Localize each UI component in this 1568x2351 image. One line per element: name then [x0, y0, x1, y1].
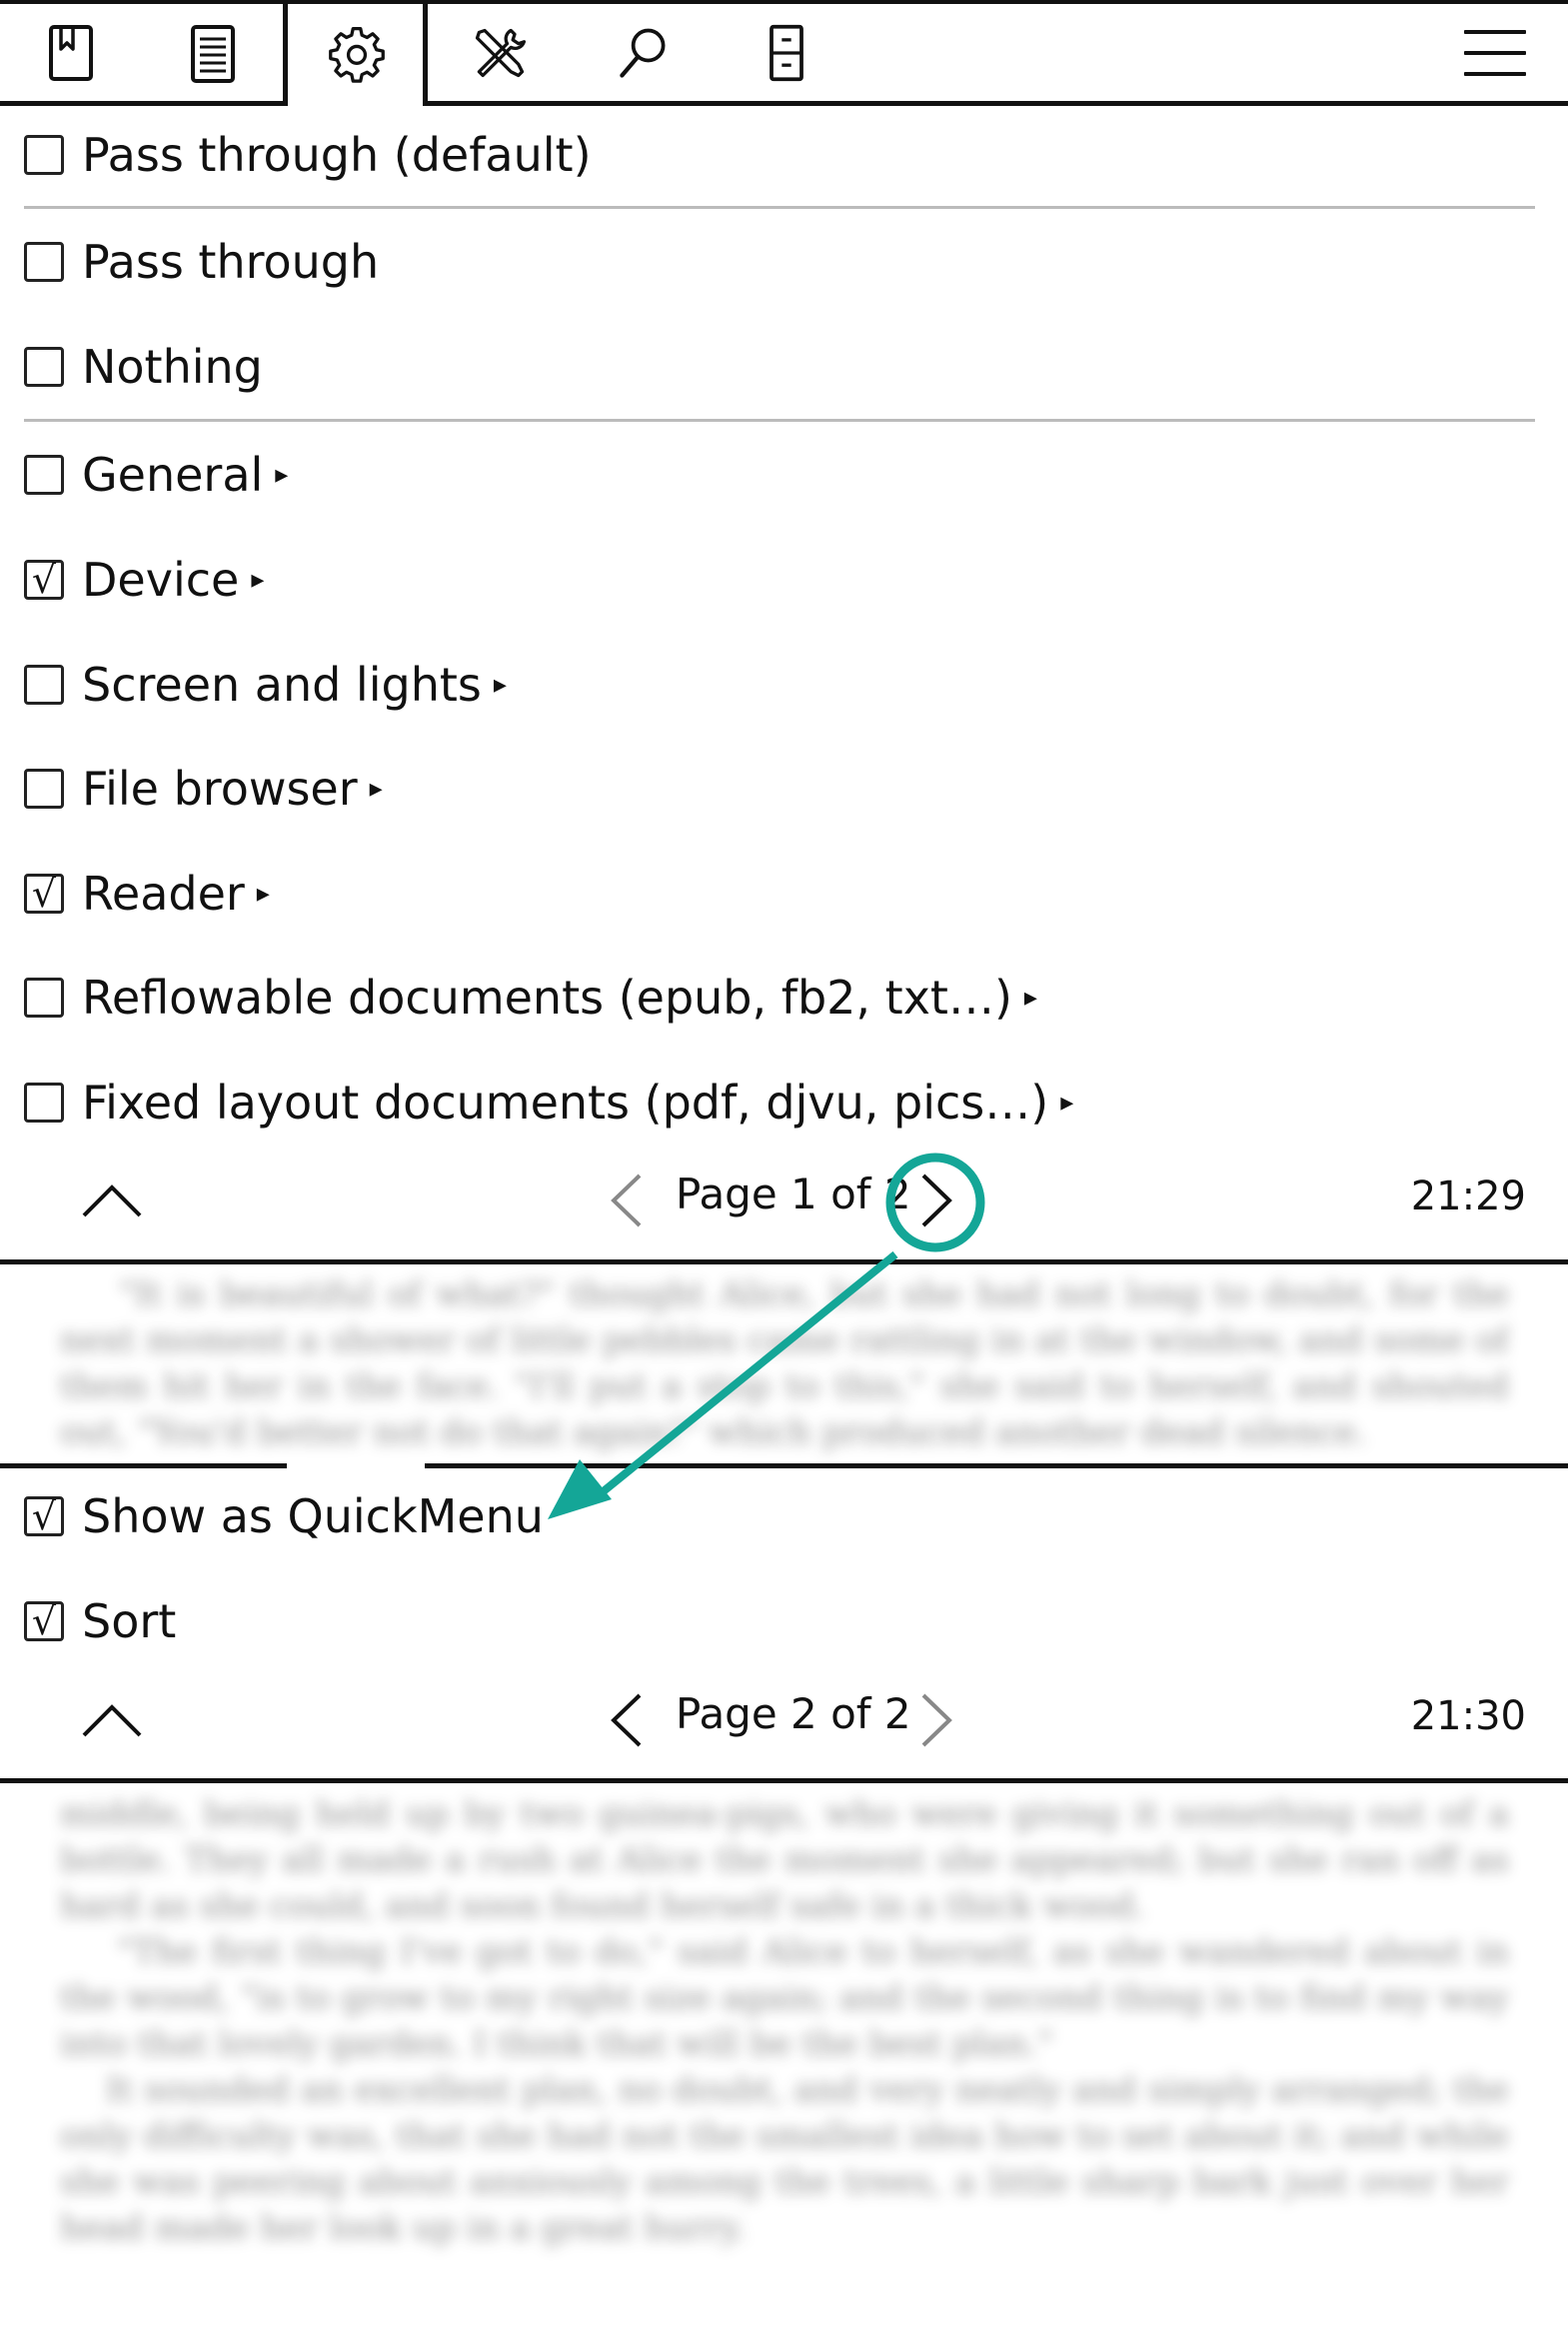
menu-item-reader[interactable]: √ Reader ▸	[24, 859, 270, 929]
checkbox-checked: √	[24, 874, 64, 914]
menu-top-border-left	[0, 1463, 287, 1468]
menu-item-label: Show as QuickMenu	[82, 1489, 544, 1543]
checkbox	[24, 455, 64, 495]
menu-item-label: General	[82, 448, 264, 502]
submenu-arrow-icon: ▸	[1060, 1088, 1074, 1118]
menu-item-show-as-quickmenu[interactable]: √ Show as QuickMenu	[24, 1481, 544, 1551]
blurred-reader-text: "It is beautiful of what?" thought Alice…	[60, 1274, 1509, 1451]
checkbox	[24, 1083, 64, 1123]
menu-item-device[interactable]: √ Device ▸	[24, 545, 264, 615]
menu-item-label: Fixed layout documents (pdf, djvu, pics……	[82, 1076, 1049, 1130]
tab-filing[interactable]	[716, 4, 857, 101]
submenu-arrow-icon: ▸	[256, 879, 270, 909]
menu-item-sort[interactable]: √ Sort	[24, 1586, 176, 1656]
separator	[24, 206, 1535, 209]
bookmark-icon	[49, 24, 93, 81]
menu-item-label: Sort	[82, 1594, 177, 1648]
submenu-arrow-icon: ▸	[1023, 983, 1037, 1013]
checkbox	[24, 978, 64, 1018]
menu-item-file-browser[interactable]: File browser ▸	[24, 754, 383, 824]
tab-search[interactable]	[572, 4, 714, 101]
menu-item-label: Reader	[82, 867, 245, 921]
menu-bottom-border	[0, 1778, 1568, 1783]
menu-item-label: Nothing	[82, 340, 263, 394]
hamburger-menu-icon[interactable]	[1464, 30, 1526, 93]
separator	[24, 419, 1535, 422]
tab-tools[interactable]	[429, 4, 571, 101]
chevron-left-icon[interactable]	[608, 1172, 644, 1229]
chevron-right-icon[interactable]	[919, 1691, 955, 1749]
search-icon	[620, 28, 666, 78]
menu-item-pass-through[interactable]: Pass through	[24, 227, 379, 297]
menu-item-reflowable-documents[interactable]: Reflowable documents (epub, fb2, txt…) ▸	[24, 963, 1037, 1033]
menu-bottom-border	[0, 1259, 1568, 1264]
checkbox-checked: √	[24, 1496, 64, 1536]
menu-item-screen-and-lights[interactable]: Screen and lights ▸	[24, 650, 507, 720]
menu-item-label: File browser	[82, 762, 358, 816]
menu-item-label: Device	[82, 553, 240, 607]
checkbox	[24, 347, 64, 387]
checkbox	[24, 665, 64, 705]
checkbox	[24, 769, 64, 809]
checkbox-checked: √	[24, 560, 64, 600]
checkbox	[24, 242, 64, 282]
clock: 21:30	[1410, 1693, 1526, 1739]
filing-cabinet-icon	[770, 24, 803, 81]
chevron-right-icon[interactable]	[919, 1172, 955, 1229]
page-indicator: Page 1 of 2	[676, 1170, 911, 1218]
blurred-reader-text: middle, being held up by two guinea-pigs…	[60, 1794, 1509, 2248]
menu-top-border-right	[425, 1463, 1568, 1468]
chevron-up-icon[interactable]	[80, 1179, 144, 1219]
tab-toc[interactable]	[142, 4, 284, 101]
chevron-left-icon[interactable]	[608, 1691, 644, 1749]
tools-icon	[475, 28, 527, 77]
menu-item-general[interactable]: General ▸	[24, 440, 288, 510]
tab-settings[interactable]	[286, 4, 428, 101]
menu-item-label: Pass through	[82, 235, 380, 289]
menu-item-fixed-layout-documents[interactable]: Fixed layout documents (pdf, djvu, pics……	[24, 1068, 1073, 1138]
chevron-up-icon[interactable]	[80, 1699, 144, 1739]
menu-item-label: Pass through (default)	[82, 128, 592, 182]
menu-footer-page-1: Page 1 of 2 21:29	[0, 1160, 1568, 1249]
submenu-arrow-icon: ▸	[251, 565, 265, 595]
annotation-arrow-head	[548, 1459, 612, 1519]
clock: 21:29	[1410, 1174, 1526, 1219]
submenu-arrow-icon: ▸	[369, 774, 383, 804]
menu-item-label: Screen and lights	[82, 658, 482, 712]
page-indicator: Page 2 of 2	[676, 1689, 911, 1738]
menu-footer-page-2: Page 2 of 2 21:30	[0, 1679, 1568, 1769]
tab-bar-bottom-line-left	[0, 101, 288, 106]
checkbox	[24, 135, 64, 175]
top-tab-bar	[0, 0, 1568, 106]
document-list-icon	[191, 24, 235, 83]
submenu-arrow-icon: ▸	[493, 670, 507, 700]
menu-item-nothing[interactable]: Nothing	[24, 332, 263, 402]
gear-icon	[329, 26, 385, 83]
checkbox-checked: √	[24, 1601, 64, 1641]
menu-item-pass-through-default[interactable]: Pass through (default)	[24, 120, 592, 190]
tab-bar-bottom-line-right	[423, 101, 1568, 106]
submenu-arrow-icon: ▸	[275, 460, 289, 490]
menu-item-label: Reflowable documents (epub, fb2, txt…)	[82, 971, 1012, 1025]
tab-bookmark[interactable]	[0, 4, 142, 101]
